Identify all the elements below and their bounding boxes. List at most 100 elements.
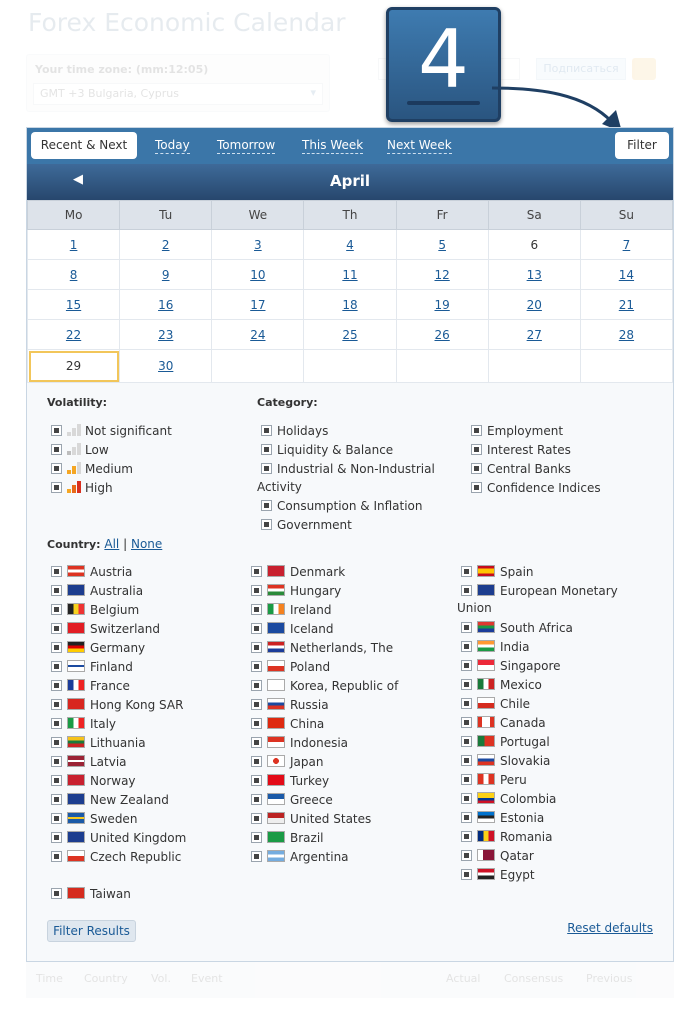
country-option[interactable]: Canada (461, 715, 546, 731)
category-option[interactable]: Employment (471, 423, 563, 439)
checkbox[interactable] (51, 482, 62, 493)
country-option[interactable]: Finland (51, 659, 133, 675)
calendar-day[interactable]: 11 (303, 259, 397, 290)
calendar-day[interactable]: 1 (26, 229, 121, 260)
country-option[interactable]: Argentina (251, 849, 349, 865)
checkbox[interactable] (251, 794, 262, 805)
calendar-day-link[interactable]: 19 (434, 298, 449, 312)
calendar-day-link[interactable]: 18 (342, 298, 357, 312)
country-option[interactable]: India (461, 639, 529, 655)
checkbox[interactable] (471, 463, 482, 474)
country-option[interactable]: Ireland (251, 602, 332, 618)
country-option[interactable]: New Zealand (51, 792, 169, 808)
checkbox[interactable] (51, 756, 62, 767)
checkbox[interactable] (471, 444, 482, 455)
country-option[interactable]: Switzerland (51, 621, 160, 637)
calendar-day[interactable]: 19 (395, 289, 489, 320)
calendar-day-link[interactable]: 22 (66, 328, 81, 342)
checkbox[interactable] (51, 604, 62, 615)
checkbox[interactable] (251, 661, 262, 672)
tab-next-week[interactable]: Next Week (387, 137, 452, 154)
calendar-day[interactable]: 4 (303, 229, 397, 260)
calendar-day-link[interactable]: 2 (162, 238, 170, 252)
checkbox[interactable] (251, 585, 262, 596)
checkbox[interactable] (461, 812, 472, 823)
checkbox[interactable] (471, 482, 482, 493)
checkbox[interactable] (461, 622, 472, 633)
checkbox[interactable] (251, 832, 262, 843)
calendar-day[interactable]: 10 (211, 259, 305, 290)
category-option[interactable]: Interest Rates (471, 442, 571, 458)
calendar-day[interactable]: 28 (579, 319, 674, 350)
country-option[interactable]: Germany (51, 640, 145, 656)
bg-subscribe-button[interactable]: Подписаться (536, 58, 626, 80)
checkbox[interactable] (51, 566, 62, 577)
country-option[interactable]: Sweden (51, 811, 137, 827)
calendar-day-link[interactable]: 9 (162, 268, 170, 282)
country-option[interactable]: Slovakia (461, 753, 550, 769)
checkbox[interactable] (251, 718, 262, 729)
calendar-day-link[interactable]: 11 (342, 268, 357, 282)
country-option[interactable]: Hungary (251, 583, 341, 599)
checkbox[interactable] (461, 717, 472, 728)
calendar-day-link[interactable]: 27 (527, 328, 542, 342)
checkbox[interactable] (51, 851, 62, 862)
checkbox[interactable] (51, 813, 62, 824)
volatility-option[interactable]: Low (51, 442, 109, 458)
tab-this-week[interactable]: This Week (302, 137, 364, 154)
volatility-option[interactable]: Medium (51, 461, 133, 477)
country-option[interactable]: Iceland (251, 621, 333, 637)
category-option[interactable]: Holidays (261, 423, 328, 439)
calendar-day[interactable]: 12 (395, 259, 489, 290)
country-option[interactable]: Turkey (251, 773, 329, 789)
checkbox[interactable] (461, 641, 472, 652)
calendar-day-link[interactable]: 14 (619, 268, 634, 282)
calendar-day-link[interactable]: 1 (70, 238, 78, 252)
country-option[interactable]: Mexico (461, 677, 542, 693)
calendar-day-link[interactable]: 8 (70, 268, 78, 282)
country-all-link[interactable]: All (104, 537, 119, 551)
country-option[interactable]: Egypt (461, 867, 535, 883)
checkbox[interactable] (51, 463, 62, 474)
checkbox[interactable] (51, 794, 62, 805)
checkbox[interactable] (461, 566, 472, 577)
checkbox[interactable] (251, 737, 262, 748)
country-option[interactable]: Austria (51, 564, 132, 580)
checkbox[interactable] (461, 793, 472, 804)
calendar-day-link[interactable]: 20 (527, 298, 542, 312)
checkbox[interactable] (51, 642, 62, 653)
country-option[interactable]: Latvia (51, 754, 127, 770)
reset-defaults-link[interactable]: Reset defaults (567, 921, 653, 935)
country-option[interactable]: France (51, 678, 130, 694)
calendar-day-link[interactable]: 23 (158, 328, 173, 342)
calendar-day[interactable]: 7 (579, 229, 674, 260)
calendar-day-link[interactable]: 5 (438, 238, 446, 252)
country-option[interactable]: Singapore (461, 658, 561, 674)
tab-today[interactable]: Today (155, 137, 190, 154)
timezone-select[interactable]: GMT +3 Bulgaria, Cyprus (33, 83, 323, 105)
checkbox[interactable] (261, 444, 272, 455)
checkbox[interactable] (461, 736, 472, 747)
calendar-day[interactable]: 13 (487, 259, 581, 290)
country-option[interactable]: Russia (251, 697, 329, 713)
country-option[interactable]: Romania (461, 829, 552, 845)
calendar-day[interactable]: 25 (303, 319, 397, 350)
country-option[interactable]: Netherlands, The (251, 640, 393, 656)
calendar-day[interactable]: 14 (579, 259, 674, 290)
checkbox[interactable] (251, 813, 262, 824)
checkbox[interactable] (461, 850, 472, 861)
category-option[interactable]: Consumption & Inflation (261, 498, 423, 514)
checkbox[interactable] (461, 831, 472, 842)
calendar-day[interactable]: 3 (211, 229, 305, 260)
checkbox[interactable] (51, 585, 62, 596)
checkbox[interactable] (461, 660, 472, 671)
checkbox[interactable] (461, 774, 472, 785)
country-option[interactable]: Japan (251, 754, 323, 770)
checkbox[interactable] (461, 698, 472, 709)
checkbox[interactable] (461, 679, 472, 690)
category-option[interactable]: Industrial & Non-Industrial (261, 461, 435, 477)
country-option[interactable]: Belgium (51, 602, 139, 618)
checkbox[interactable] (51, 737, 62, 748)
checkbox[interactable] (251, 699, 262, 710)
calendar-day-link[interactable]: 28 (619, 328, 634, 342)
